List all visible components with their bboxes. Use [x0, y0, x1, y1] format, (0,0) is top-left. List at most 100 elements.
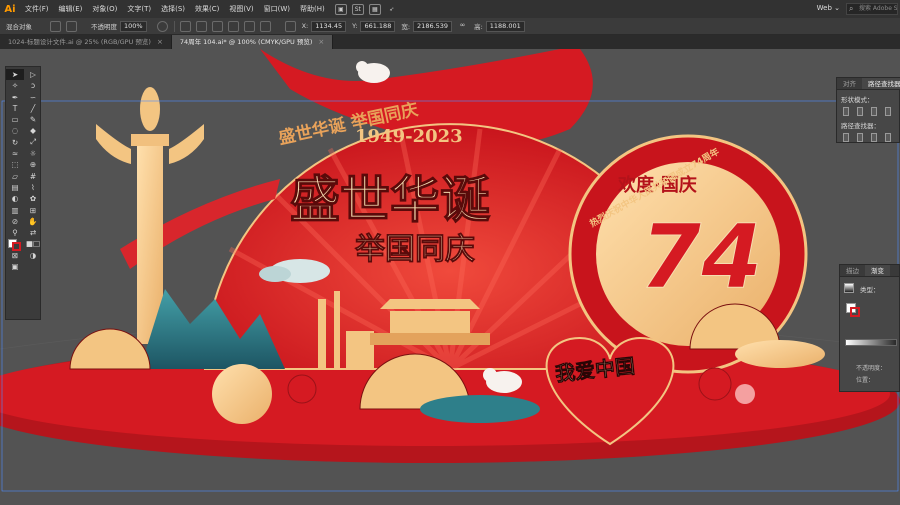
menu-type[interactable]: 文字(T)	[122, 4, 156, 14]
style-icon[interactable]	[156, 20, 168, 32]
document-tab-bar: 1024-标题设计文件.ai @ 25% (RGB/GPU 预览) × 74周年…	[0, 35, 900, 49]
selection-tool[interactable]: ➤	[6, 69, 24, 80]
edit-contents-icon[interactable]	[259, 20, 271, 32]
shaper-tool[interactable]: ◌	[6, 125, 24, 136]
gradient-tool[interactable]: ▤	[6, 182, 24, 193]
tab-document-1[interactable]: 1024-标题设计文件.ai @ 25% (RGB/GPU 预览) ×	[0, 35, 172, 49]
merge-button[interactable]	[871, 133, 877, 142]
jade-rabbit-top[interactable]	[356, 61, 390, 83]
opacity-label: 不透明度	[91, 23, 117, 31]
slice-tool[interactable]: ⊘	[6, 216, 24, 227]
free-transform-tool[interactable]: ⬚	[6, 159, 24, 170]
menu-edit[interactable]: 编辑(E)	[54, 4, 88, 14]
menu-effect[interactable]: 效果(C)	[190, 4, 224, 14]
swap-colors-icon[interactable]: ⇄	[24, 227, 42, 238]
gradient-slider[interactable]	[845, 339, 897, 346]
shape-builder-tool[interactable]: ⊕	[24, 159, 42, 170]
paintbrush-tool[interactable]: ✎	[24, 114, 42, 125]
eyedropper-tool[interactable]: ⌇	[24, 182, 42, 193]
recolor-icon[interactable]	[179, 20, 191, 32]
screen-mode-icon[interactable]: ▣	[6, 261, 24, 272]
tab-pathfinder[interactable]: 路径查找器	[862, 78, 900, 89]
link-icon[interactable]: ∞	[457, 21, 468, 32]
fill-swatch-icon[interactable]	[50, 20, 61, 32]
stroke-swatch-icon[interactable]	[66, 20, 77, 32]
perspective-tool[interactable]: ▱	[6, 171, 24, 182]
height-field[interactable]: 1188.001	[485, 20, 525, 32]
fill-stroke-swatch[interactable]	[6, 238, 24, 252]
tab-stroke[interactable]: 描边	[840, 265, 865, 276]
menu-object[interactable]: 对象(O)	[87, 4, 122, 14]
exclude-button[interactable]	[885, 107, 891, 116]
trim-button[interactable]	[857, 133, 863, 142]
menu-select[interactable]: 选择(S)	[156, 4, 190, 14]
gold-hill-right[interactable]	[735, 340, 825, 368]
symbol-tool[interactable]: ✿	[24, 193, 42, 204]
zoom-tool[interactable]: ⚲	[6, 227, 24, 238]
rotate-tool[interactable]: ↻	[6, 137, 24, 148]
stock-icon[interactable]: St	[351, 3, 364, 15]
tab-gradient[interactable]: 渐变	[865, 265, 890, 276]
magic-wand-tool[interactable]: ✧	[6, 80, 24, 91]
crop-button[interactable]	[885, 133, 891, 142]
rectangle-tool[interactable]: ▭	[6, 114, 24, 125]
menu-file[interactable]: 文件(F)	[20, 4, 54, 14]
distribute-icon[interactable]	[211, 20, 223, 32]
draw-mode-icon[interactable]: ◑	[24, 250, 42, 261]
close-icon[interactable]: ×	[318, 35, 324, 49]
menu-view[interactable]: 视图(V)	[224, 4, 258, 14]
align-icon[interactable]	[195, 20, 207, 32]
pink-sphere[interactable]	[735, 384, 755, 404]
selection-type-label: 混合对象	[6, 23, 32, 31]
minus-front-button[interactable]	[857, 107, 863, 116]
gradient-preview[interactable]	[844, 283, 854, 293]
intersect-button[interactable]	[871, 107, 877, 116]
gold-sphere-left[interactable]	[212, 364, 272, 424]
reference-point-icon[interactable]	[284, 20, 296, 32]
divide-button[interactable]	[843, 133, 849, 142]
transform-icon[interactable]	[227, 20, 239, 32]
opacity-label: 不透明度：	[856, 365, 887, 372]
hand-tool[interactable]: ✋	[24, 216, 42, 227]
mesh-tool[interactable]: #	[24, 171, 42, 182]
curvature-tool[interactable]: ∽	[24, 92, 42, 103]
direct-selection-tool[interactable]: ▷	[24, 69, 42, 80]
y-field[interactable]: 661.188	[360, 20, 396, 32]
opacity-field[interactable]: 100%	[120, 20, 147, 32]
headline-text[interactable]: 盛世华诞	[289, 169, 490, 229]
eraser-tool[interactable]: ◆	[24, 125, 42, 136]
close-icon[interactable]: ×	[157, 35, 163, 49]
blend-tool[interactable]: ◐	[6, 193, 24, 204]
line-tool[interactable]: ╱	[24, 103, 42, 114]
red-sphere[interactable]	[287, 374, 317, 404]
lasso-tool[interactable]: ↄ	[24, 80, 42, 91]
warp-tool[interactable]: ☼	[24, 148, 42, 159]
isolate-icon[interactable]	[243, 20, 255, 32]
menu-help[interactable]: 帮助(H)	[295, 4, 330, 14]
bridge-icon[interactable]: ▣	[334, 3, 347, 15]
x-field[interactable]: 1134.45	[311, 20, 347, 32]
scale-tool[interactable]: ⤢	[24, 137, 42, 148]
type-tool[interactable]: T	[6, 103, 24, 114]
graph-tool[interactable]: ▥	[6, 205, 24, 216]
width-field[interactable]: 2186.539	[413, 20, 453, 32]
pen-tool[interactable]: ✒	[6, 92, 24, 103]
subheadline-text[interactable]: 举国同庆	[354, 232, 476, 268]
red-sphere-right[interactable]	[698, 367, 732, 401]
arrange-icon[interactable]: ▦	[368, 3, 381, 15]
poster-artwork[interactable]: 1949-2023 盛世华诞 举国同庆 盛世华诞 举国同庆 欢度·国庆 74 热…	[0, 49, 900, 505]
brush-icon[interactable]: ➶	[386, 4, 398, 15]
unite-button[interactable]	[843, 107, 849, 116]
tab-align[interactable]: 对齐	[837, 78, 862, 89]
teal-wave[interactable]	[420, 395, 540, 423]
color-mode-icon[interactable]: ■□	[24, 238, 42, 249]
artboard-tool[interactable]: ⊞	[24, 205, 42, 216]
width-tool[interactable]: ≈	[6, 148, 24, 159]
workspace-switcher[interactable]: Web ⌄	[817, 4, 840, 12]
artboard-canvas[interactable]: 1949-2023 盛世华诞 举国同庆 盛世华诞 举国同庆 欢度·国庆 74 热…	[0, 49, 900, 505]
anniversary-number[interactable]: 74	[640, 205, 763, 309]
menu-window[interactable]: 窗口(W)	[259, 4, 295, 14]
stroke-box-icon[interactable]	[850, 307, 860, 317]
tab-document-2[interactable]: 74周年 104.ai* @ 100% (CMYK/GPU 预览) ×	[171, 35, 334, 49]
stock-search-input[interactable]: 搜索 Adobe Stock	[846, 3, 898, 15]
